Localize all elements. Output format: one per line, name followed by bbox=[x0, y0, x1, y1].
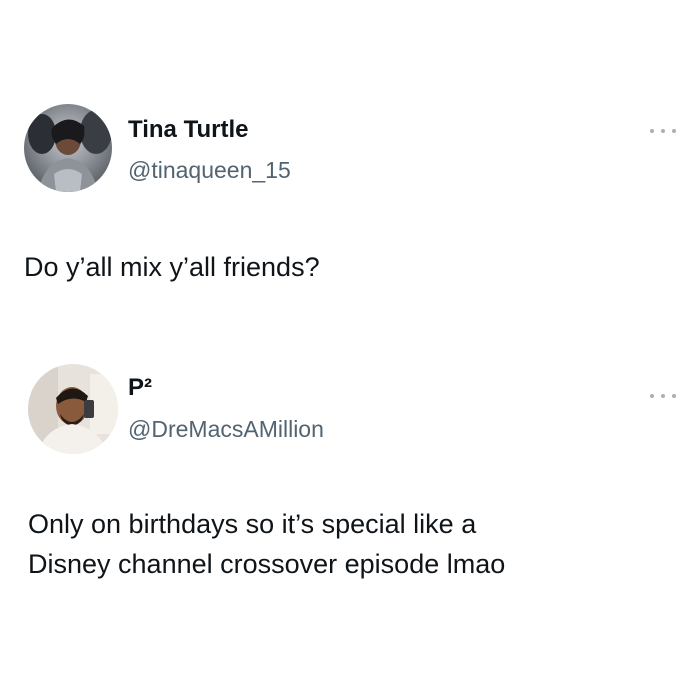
post-1: Tina Turtle @tinaqueen_15 Do y’all mix y… bbox=[0, 0, 700, 320]
avatar[interactable] bbox=[28, 364, 118, 454]
avatar[interactable] bbox=[24, 104, 112, 192]
user-handle[interactable]: @tinaqueen_15 bbox=[128, 157, 291, 184]
post-text: Only on birthdays so it’s special like a… bbox=[28, 509, 506, 579]
more-options-icon[interactable] bbox=[650, 127, 676, 135]
display-name[interactable]: P² bbox=[128, 374, 152, 402]
display-name[interactable]: Tina Turtle bbox=[128, 116, 248, 144]
user-avatar-photo-icon bbox=[28, 364, 118, 454]
post-2: P² @DreMacsAMillion Only on birthdays so… bbox=[0, 340, 700, 640]
user-handle[interactable]: @DreMacsAMillion bbox=[128, 416, 324, 443]
user-avatar-photo-icon bbox=[24, 104, 112, 192]
more-options-icon[interactable] bbox=[650, 392, 676, 400]
post-text: Do y’all mix y’all friends? bbox=[24, 252, 320, 282]
